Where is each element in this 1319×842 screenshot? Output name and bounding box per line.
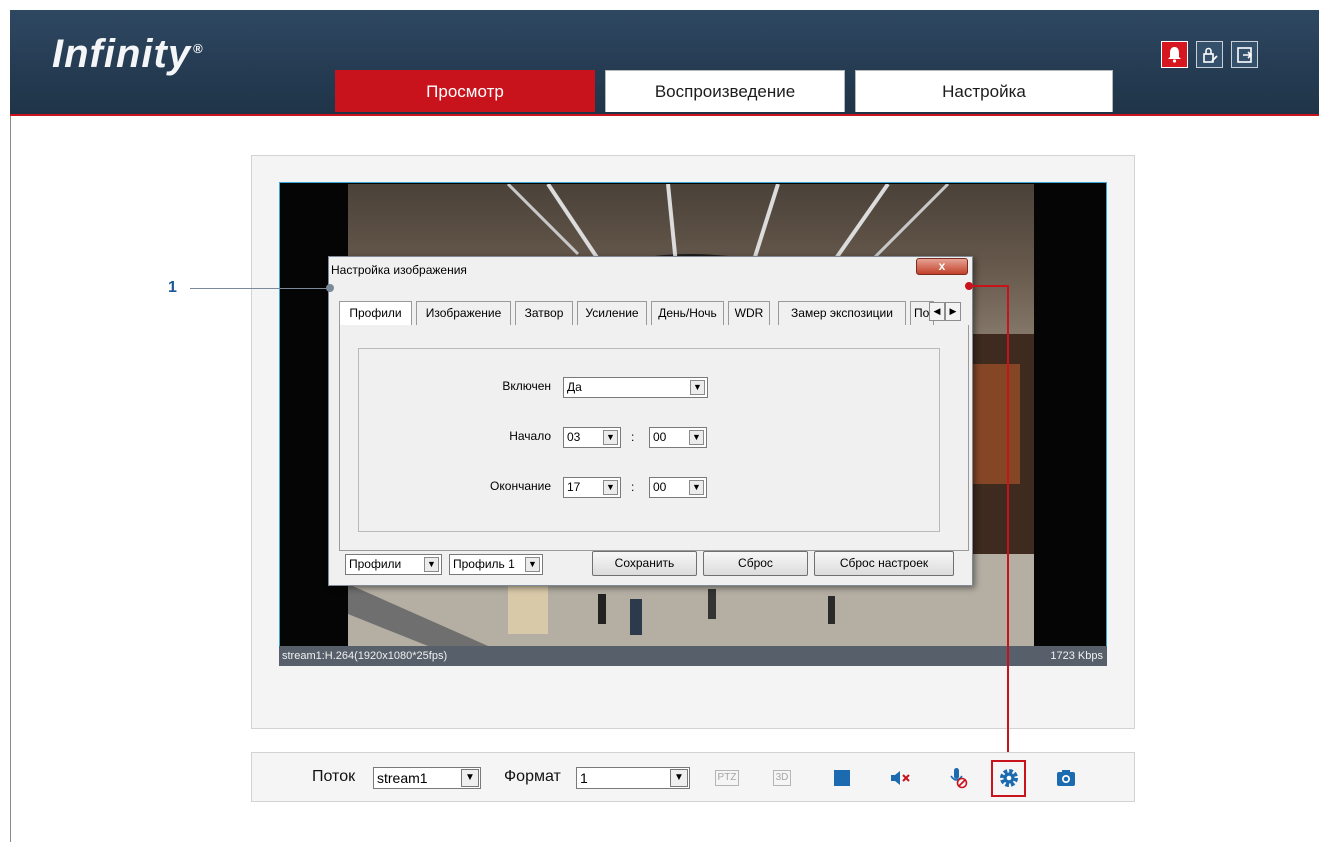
tab-scroll-left-icon[interactable]: ◀: [929, 302, 945, 321]
dtab-image[interactable]: Изображение: [416, 301, 511, 325]
chevron-down-icon: ▼: [525, 557, 540, 572]
dtab-gain[interactable]: Усиление: [577, 301, 647, 325]
logout-icon[interactable]: [1231, 41, 1258, 68]
tab-view[interactable]: Просмотр: [335, 70, 595, 112]
dialog-close-button[interactable]: x: [916, 258, 968, 275]
tab-playback[interactable]: Воспроизведение: [605, 70, 845, 112]
stream-info: stream1:H.264(1920x1080*25fps): [282, 650, 448, 662]
enabled-select[interactable]: Да ▼: [563, 377, 708, 398]
callout-dot: [965, 282, 973, 290]
reset-defaults-button[interactable]: Сброс настроек: [814, 551, 954, 576]
password-edit-icon[interactable]: [1196, 41, 1223, 68]
stream-select[interactable]: stream1 ▼: [373, 767, 481, 789]
mode-select[interactable]: Профили ▼: [345, 554, 442, 575]
chevron-down-icon: ▼: [690, 380, 705, 395]
callout-line: [1007, 285, 1009, 762]
3d-icon[interactable]: 3D: [770, 766, 794, 790]
microphone-off-icon[interactable]: [946, 766, 970, 790]
end-minute-select[interactable]: 00 ▼: [649, 477, 707, 498]
dialog-title: Настройка изображения: [331, 263, 467, 277]
start-hour-select[interactable]: 03 ▼: [563, 427, 621, 448]
format-select[interactable]: 1 ▼: [576, 767, 690, 789]
dtab-metering[interactable]: Замер экспозиции: [778, 301, 906, 325]
snapshot-camera-icon[interactable]: [1054, 766, 1078, 790]
annotation-dot: [326, 284, 334, 292]
reset-button[interactable]: Сброс: [703, 551, 808, 576]
annotation-leader-line: [190, 288, 330, 289]
tab-scroll-right-icon[interactable]: ▶: [945, 302, 961, 321]
dtab-wdr[interactable]: WDR: [728, 301, 770, 325]
end-label: Окончание: [490, 479, 551, 493]
stop-record-icon[interactable]: [830, 766, 854, 790]
chevron-down-icon: ▼: [461, 769, 479, 787]
time-separator: :: [631, 430, 635, 444]
start-minute-select[interactable]: 00 ▼: [649, 427, 707, 448]
chevron-down-icon: ▼: [670, 769, 688, 787]
chevron-down-icon: ▼: [424, 557, 439, 572]
mute-icon[interactable]: [888, 766, 912, 790]
tab-settings[interactable]: Настройка: [855, 70, 1113, 112]
highlight-box: [991, 760, 1026, 797]
stream-label: Поток: [312, 768, 356, 785]
save-button[interactable]: Сохранить: [592, 551, 697, 576]
chevron-down-icon: ▼: [603, 480, 618, 495]
ptz-icon[interactable]: PTZ: [712, 766, 742, 790]
brand-logo: Infinity ®: [52, 32, 204, 76]
callout-line: [968, 285, 1009, 287]
chevron-down-icon: ▼: [689, 480, 704, 495]
start-label: Начало: [509, 429, 551, 443]
image-settings-dialog: Настройка изображения x Профили Изображе…: [328, 256, 973, 586]
end-hour-select[interactable]: 17 ▼: [563, 477, 621, 498]
time-separator: :: [631, 480, 635, 494]
dtab-daynight[interactable]: День/Ночь: [651, 301, 724, 325]
dialog-tabstrip: Профили Изображение Затвор Усиление День…: [339, 301, 961, 326]
page-border: [10, 116, 11, 842]
stream-status-bar: stream1:H.264(1920x1080*25fps) 1723 Kbps: [279, 646, 1107, 666]
format-label: Формат: [504, 768, 561, 785]
chevron-down-icon: ▼: [689, 430, 704, 445]
dtab-profiles[interactable]: Профили: [339, 301, 412, 326]
profile-select[interactable]: Профиль 1 ▼: [449, 554, 543, 575]
bitrate: 1723 Kbps: [1050, 650, 1103, 662]
annotation-number: 1: [168, 279, 177, 296]
dtab-shutter[interactable]: Затвор: [515, 301, 573, 325]
chevron-down-icon: ▼: [603, 430, 618, 445]
enabled-label: Включен: [502, 379, 551, 393]
alarm-icon[interactable]: [1161, 41, 1188, 68]
